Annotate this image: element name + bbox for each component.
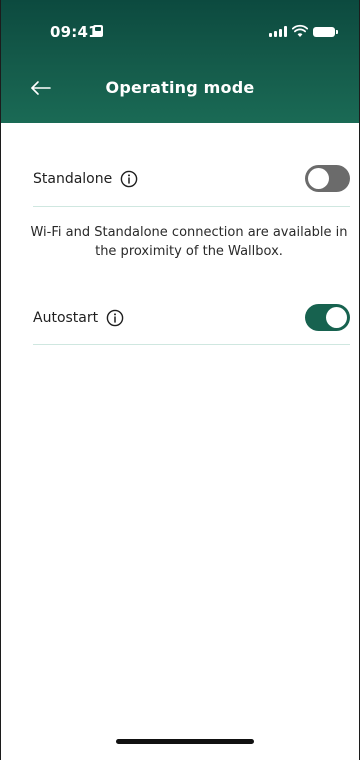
standalone-divider bbox=[33, 206, 350, 207]
standalone-toggle[interactable] bbox=[305, 165, 350, 192]
helper-text: Wi-Fi and Standalone connection are avai… bbox=[30, 225, 348, 259]
operating-mode-screen: 09:41 Operating mode Standalone Wi-Fi an… bbox=[0, 0, 360, 760]
battery-icon bbox=[313, 27, 338, 37]
autostart-row: Autostart bbox=[33, 299, 350, 339]
sim-card-icon bbox=[93, 25, 103, 37]
home-indicator bbox=[116, 739, 254, 744]
info-icon[interactable] bbox=[106, 309, 124, 327]
header: 09:41 Operating mode bbox=[0, 0, 360, 123]
status-bar: 09:41 bbox=[0, 0, 360, 70]
standalone-row: Standalone bbox=[33, 160, 350, 200]
page-title: Operating mode bbox=[105, 78, 255, 97]
toggle-knob bbox=[326, 307, 347, 328]
standalone-label: Standalone bbox=[33, 171, 113, 187]
signal-icon bbox=[269, 26, 287, 37]
standalone-label-group: Standalone bbox=[33, 170, 138, 188]
autostart-label: Autostart bbox=[33, 310, 99, 326]
autostart-label-group: Autostart bbox=[33, 309, 124, 327]
autostart-toggle[interactable] bbox=[305, 304, 350, 331]
nav-bar: Operating mode bbox=[0, 70, 360, 110]
toggle-knob bbox=[308, 168, 329, 189]
info-icon[interactable] bbox=[120, 170, 138, 188]
autostart-divider bbox=[33, 344, 350, 345]
wifi-icon bbox=[292, 24, 308, 37]
frame-edge-left bbox=[0, 0, 1, 760]
status-time: 09:41 bbox=[50, 23, 99, 41]
